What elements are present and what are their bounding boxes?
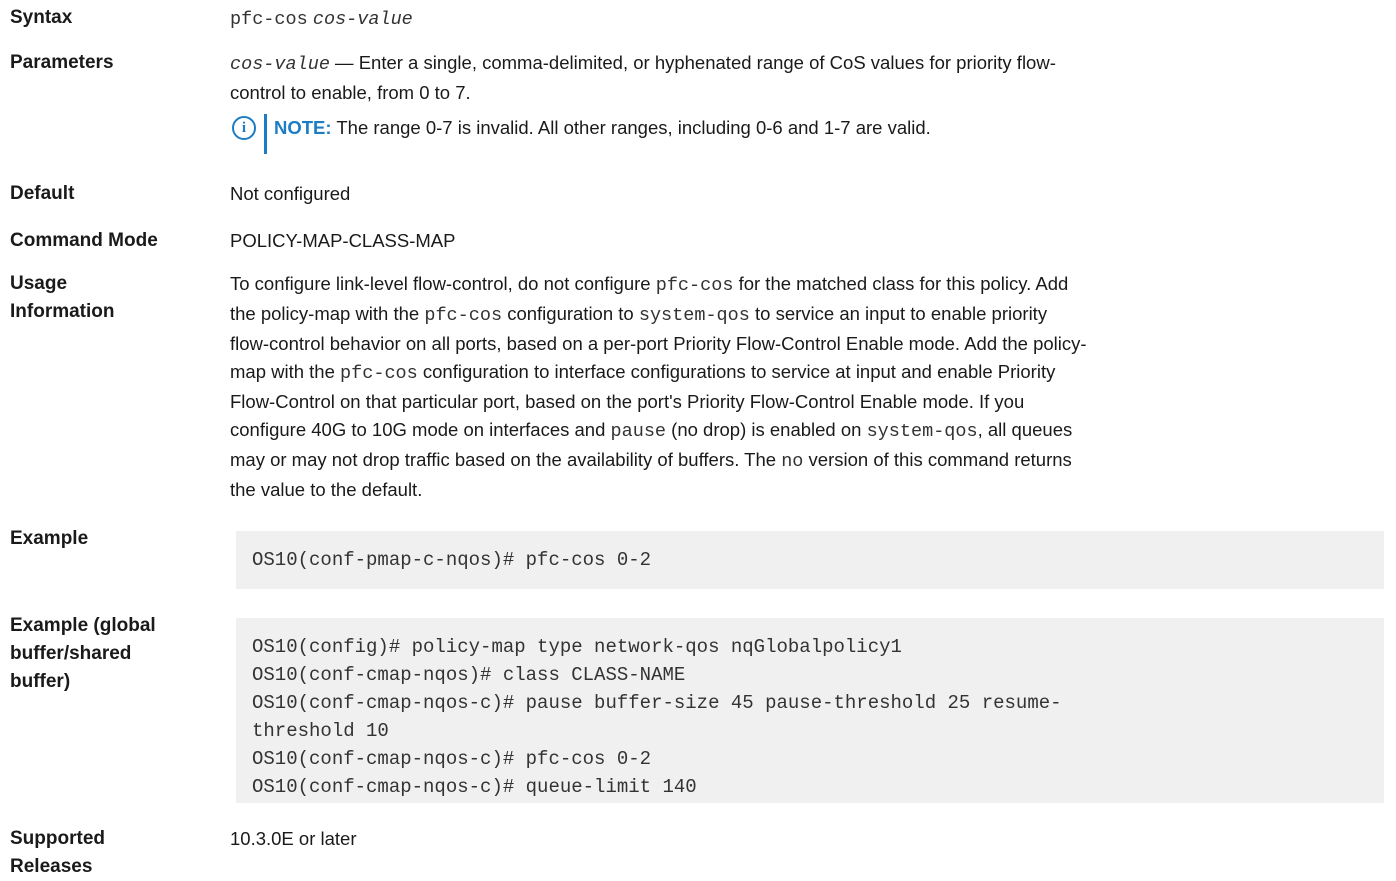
usage-text-run: configure 40G to 10G mode on interfaces … <box>230 419 611 440</box>
example-code: OS10(conf-pmap-c-nqos)# pfc-cos 0-2 <box>236 531 1384 589</box>
usage-line-7: may or may not drop traffic based on the… <box>230 446 1380 476</box>
supported-label-line-1: Supported <box>10 828 105 849</box>
usage-text-run: configuration to <box>502 303 639 324</box>
usage-text-run: version of this command returns <box>803 449 1072 470</box>
default-value: Not configured <box>230 183 351 204</box>
usage-text-run: configuration to interface configuration… <box>417 361 1056 382</box>
parameters-line-1: cos-value — Enter a single, comma-delimi… <box>230 49 1380 79</box>
usage-label-line-1: Usage <box>10 273 68 294</box>
usage-label: Usage Information <box>10 270 210 326</box>
usage-text-run: (no drop) is enabled on <box>666 419 867 440</box>
usage-text-run: To configure link-level flow-control, do… <box>230 273 656 294</box>
parameters-desc: cos-value — Enter a single, comma-delimi… <box>230 49 1380 107</box>
parameters-desc-text: — Enter a single, comma-delimited, or hy… <box>329 52 1056 73</box>
usage-text-run: may or may not drop traffic based on the… <box>230 449 782 470</box>
syntax-label: Syntax <box>10 7 73 28</box>
usage-line-1: To configure link-level flow-control, do… <box>230 270 1380 300</box>
usage-code-pfc-cos: pfc-cos <box>340 363 418 384</box>
usage-line-8: the value to the default. <box>230 479 423 500</box>
supported-label-line-2: Releases <box>10 856 93 877</box>
parameters-line-2: control to enable, from 0 to 7. <box>230 82 471 103</box>
command-mode-value: POLICY-MAP-CLASS-MAP <box>230 230 456 251</box>
example-global-label-line-2: buffer/shared <box>10 643 132 664</box>
command-mode-label: Command Mode <box>10 230 158 251</box>
usage-code-pfc-cos: pfc-cos <box>424 305 503 326</box>
parameters-param: cos-value <box>230 54 330 75</box>
example-global-code: OS10(config)# policy-map type network-qo… <box>236 618 1384 803</box>
usage-line-3: flow-control behavior on all ports, base… <box>230 333 1087 354</box>
syntax-arg: cos-value <box>312 9 413 30</box>
example-global-label: Example (global buffer/shared buffer) <box>10 612 210 696</box>
usage-code-no: no <box>781 451 804 472</box>
syntax-value: pfc-cos cos-value <box>230 4 1380 34</box>
note-box: i NOTE: The range 0-7 is invalid. All ot… <box>230 114 1380 154</box>
usage-line-5: Flow-Control on that particular port, ba… <box>230 391 1025 412</box>
example-label: Example <box>10 528 89 549</box>
usage-code-pfc-cos: pfc-cos <box>655 275 734 296</box>
example-global-label-line-1: Example (global <box>10 615 156 636</box>
default-label: Default <box>10 183 75 204</box>
usage-text-run: , all queues <box>977 419 1073 440</box>
usage-line-2: the policy-map with the pfc-cos configur… <box>230 300 1380 330</box>
note-bar <box>264 114 267 154</box>
usage-text: To configure link-level flow-control, do… <box>230 270 1380 504</box>
syntax-command: pfc-cos <box>230 9 308 30</box>
usage-text-run: to service an input to enable priority <box>749 303 1048 324</box>
usage-code-system-qos: system-qos <box>866 421 978 442</box>
supported-value: 10.3.0E or later <box>230 828 357 849</box>
usage-text-run: the policy-map with the <box>230 303 425 324</box>
usage-code-pause: pause <box>610 421 667 442</box>
note-body: The range 0-7 is invalid. All other rang… <box>331 117 931 138</box>
usage-code-system-qos: system-qos <box>638 305 750 326</box>
usage-text-run: for the matched class for this policy. A… <box>733 273 1069 294</box>
note-text: NOTE: The range 0-7 is invalid. All othe… <box>274 114 931 142</box>
usage-label-line-2: Information <box>10 301 115 322</box>
usage-line-4: map with the pfc-cos configuration to in… <box>230 358 1380 388</box>
usage-line-6: configure 40G to 10G mode on interfaces … <box>230 416 1380 446</box>
usage-text-run: map with the <box>230 361 341 382</box>
parameters-label: Parameters <box>10 52 114 73</box>
supported-label: Supported Releases <box>10 825 210 881</box>
note-keyword: NOTE: <box>274 117 332 138</box>
example-global-label-line-3: buffer) <box>10 671 71 692</box>
info-icon: i <box>232 116 256 140</box>
